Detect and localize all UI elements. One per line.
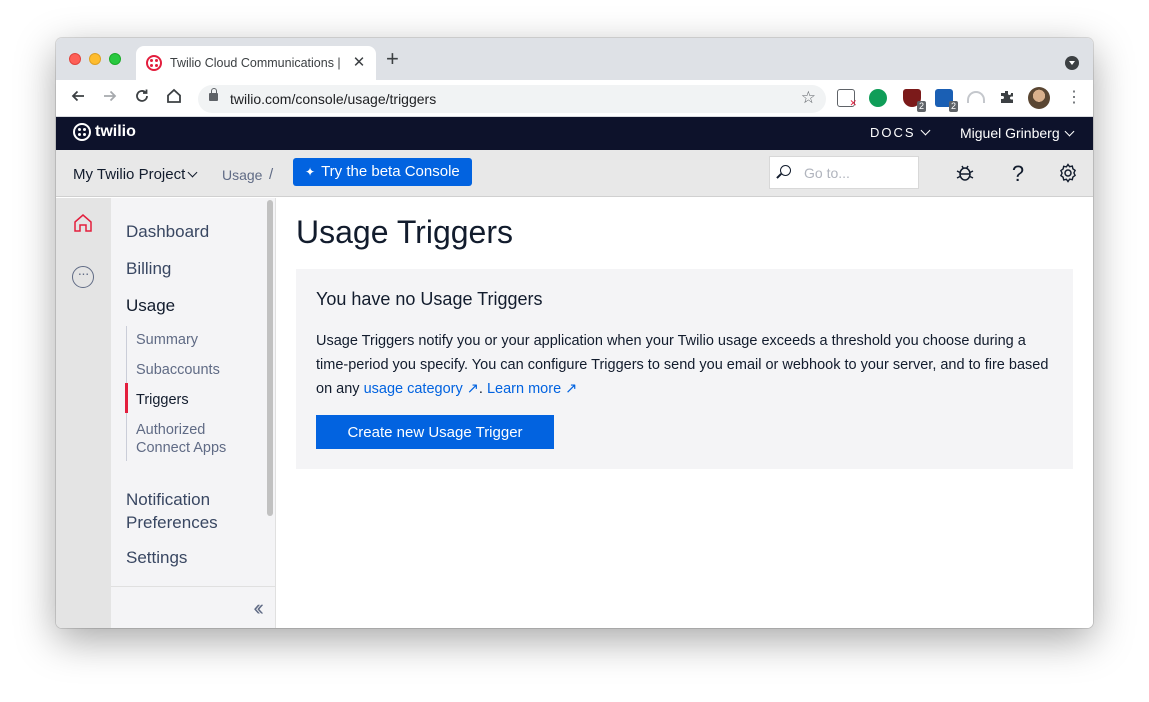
forward-arrow-icon[interactable]: [99, 87, 121, 109]
home-icon: [72, 212, 94, 239]
project-selector[interactable]: My Twilio Project: [73, 166, 198, 183]
user-name: Miguel Grinberg: [960, 125, 1060, 141]
project-bar: My Twilio Project Usage / ✦ Try the beta…: [56, 150, 1093, 197]
extension-cast-icon[interactable]: ✕: [837, 89, 857, 108]
sidebar-item-triggers[interactable]: Triggers: [136, 391, 189, 409]
sidebar-item-authorized-connect-apps[interactable]: Authorized Connect Apps: [136, 421, 226, 457]
chevron-down-icon: [187, 167, 198, 178]
bookmark-star-icon[interactable]: ☆: [801, 88, 816, 108]
chevron-down-icon: [1064, 126, 1075, 137]
browser-window: Twilio Cloud Communications | ✕ + twilio…: [56, 38, 1093, 628]
lock-icon: [209, 88, 218, 101]
beta-button-label: Try the beta Console: [321, 163, 460, 180]
extension-ublock-icon[interactable]: 2: [903, 89, 926, 112]
goto-input[interactable]: [804, 163, 909, 183]
gear-icon[interactable]: [1056, 162, 1080, 186]
sidebar-collapse-area: ‹‹: [111, 586, 276, 628]
twilio-logo-icon: [73, 123, 91, 141]
tab-search-icon[interactable]: [1065, 56, 1079, 70]
help-icon[interactable]: ?: [1006, 162, 1030, 186]
sparkle-icon: ✦: [305, 165, 316, 179]
window-minimize-button[interactable]: [89, 53, 101, 65]
docs-menu[interactable]: DOCS: [870, 125, 931, 140]
project-name: My Twilio Project: [73, 166, 186, 183]
sidebar-item-subaccounts[interactable]: Subaccounts: [136, 361, 220, 379]
sidebar-item-dashboard[interactable]: Dashboard: [126, 222, 209, 242]
address-bar: twilio.com/console/usage/triggers ☆ ✕ 2 …: [56, 80, 1093, 117]
left-rail: ···: [56, 198, 111, 628]
breadcrumb-separator: /: [269, 166, 274, 183]
sidebar-item-settings[interactable]: Settings: [126, 548, 187, 568]
search-icon: [780, 165, 791, 176]
extension-badge: 2: [948, 101, 958, 112]
url-text: twilio.com/console/usage/triggers: [230, 91, 437, 107]
empty-state-card: You have no Usage Triggers Usage Trigger…: [296, 269, 1073, 469]
url-field[interactable]: twilio.com/console/usage/triggers ☆: [198, 85, 826, 113]
sidebar-item-notification-preferences[interactable]: Notification Preferences: [126, 488, 218, 534]
breadcrumb-usage[interactable]: Usage: [222, 167, 262, 183]
back-arrow-icon[interactable]: [67, 87, 89, 109]
try-beta-console-button[interactable]: ✦ Try the beta Console: [293, 158, 472, 186]
active-indicator: [125, 383, 128, 413]
sidebar-item-usage[interactable]: Usage: [126, 296, 175, 316]
empty-state-description: Usage Triggers notify you or your applic…: [316, 333, 1049, 397]
tab-close-icon[interactable]: ✕: [350, 53, 368, 71]
empty-state-title: You have no Usage Triggers: [316, 289, 543, 309]
profile-avatar[interactable]: [1028, 87, 1050, 109]
chevron-down-icon: [920, 125, 931, 136]
extension-badge: 2: [916, 101, 926, 112]
twilio-logo[interactable]: twilio: [73, 123, 136, 141]
sidebar-item-label: Authorized: [136, 422, 206, 438]
docs-label: DOCS: [870, 125, 916, 140]
reload-icon[interactable]: [131, 87, 153, 109]
sidebar-scrollbar[interactable]: [267, 200, 273, 516]
sidebar-item-label: Notification: [126, 490, 211, 509]
window-close-button[interactable]: [69, 53, 81, 65]
new-tab-icon[interactable]: +: [386, 48, 399, 70]
window-zoom-button[interactable]: [109, 53, 121, 65]
twilio-favicon-icon: [146, 55, 162, 71]
learn-more-link[interactable]: Learn more ↗: [487, 381, 577, 397]
collapse-sidebar-icon[interactable]: ‹‹: [253, 595, 263, 621]
sidebar-item-summary[interactable]: Summary: [136, 331, 198, 349]
tab-strip: Twilio Cloud Communications | ✕ +: [56, 38, 1093, 80]
tab-title: Twilio Cloud Communications |: [170, 56, 340, 70]
link-label: usage category: [363, 381, 463, 397]
external-link-icon: ↗: [466, 381, 479, 397]
page-title: Usage Triggers: [296, 214, 513, 250]
rail-home-button[interactable]: [56, 198, 111, 248]
home-icon[interactable]: [163, 87, 185, 109]
sidebar-item-label: Connect Apps: [136, 440, 227, 456]
debugger-bug-icon[interactable]: [953, 162, 977, 186]
link-label: Learn more: [486, 381, 562, 397]
extensions-puzzle-icon[interactable]: [998, 89, 1016, 107]
sidebar-nav: Dashboard Billing Usage Summary Subaccou…: [111, 198, 276, 628]
main-content: Usage Triggers You have no Usage Trigger…: [277, 198, 1093, 628]
sidebar-item-label: Preferences: [126, 513, 218, 532]
user-menu[interactable]: Miguel Grinberg: [960, 125, 1075, 141]
usage-category-link[interactable]: usage category ↗: [364, 381, 479, 397]
sidebar-item-billing[interactable]: Billing: [126, 259, 171, 279]
browser-tab[interactable]: Twilio Cloud Communications | ✕: [136, 46, 376, 80]
goto-search[interactable]: [769, 156, 919, 189]
create-usage-trigger-button[interactable]: Create new Usage Trigger: [316, 415, 554, 449]
extension-evernote-icon[interactable]: [869, 89, 887, 107]
extension-bitwarden-icon[interactable]: 2: [935, 89, 958, 112]
external-link-icon: ↗: [565, 381, 578, 397]
twilio-header: twilio DOCS Miguel Grinberg: [56, 117, 1093, 150]
twilio-logo-text: twilio: [95, 123, 136, 140]
extension-arc-icon[interactable]: [967, 91, 985, 103]
more-options-icon[interactable]: ···: [72, 266, 94, 288]
browser-menu-icon[interactable]: ⋮: [1066, 88, 1082, 108]
